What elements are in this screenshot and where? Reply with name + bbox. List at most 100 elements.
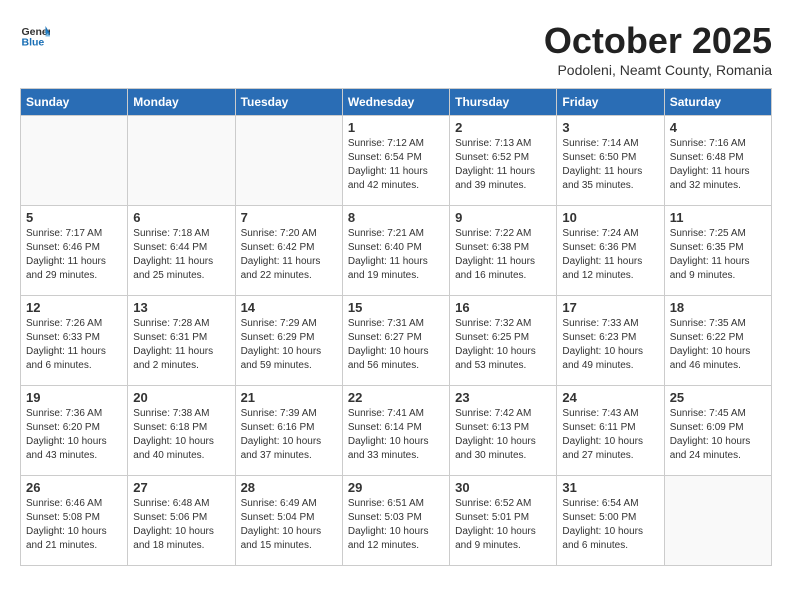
day-cell [128, 116, 235, 206]
day-number: 6 [133, 210, 229, 225]
day-number: 8 [348, 210, 444, 225]
page-header: General Blue October 2025 Podoleni, Neam… [20, 20, 772, 78]
day-number: 3 [562, 120, 658, 135]
day-cell: 8 Sunrise: 7:21 AM Sunset: 6:40 PM Daylig… [342, 206, 449, 296]
day-number: 9 [455, 210, 551, 225]
day-number: 7 [241, 210, 337, 225]
day-number: 21 [241, 390, 337, 405]
day-cell: 7 Sunrise: 7:20 AM Sunset: 6:42 PM Daylig… [235, 206, 342, 296]
week-row-1: 1 Sunrise: 7:12 AM Sunset: 6:54 PM Daylig… [21, 116, 772, 206]
day-info: Sunrise: 7:31 AM Sunset: 6:27 PM Dayligh… [348, 317, 444, 373]
day-info: Sunrise: 7:41 AM Sunset: 6:14 PM Dayligh… [348, 407, 444, 463]
weekday-header-wednesday: Wednesday [342, 89, 449, 116]
day-number: 27 [133, 480, 229, 495]
weekday-header-row: SundayMondayTuesdayWednesdayThursdayFrid… [21, 89, 772, 116]
week-row-5: 26Sunrise: 6:46 AM Sunset: 5:08 PM Dayli… [21, 476, 772, 566]
day-number: 29 [348, 480, 444, 495]
weekday-header-friday: Friday [557, 89, 664, 116]
day-cell: 4Sunrise: 7:16 AM Sunset: 6:48 PM Daylig… [664, 116, 771, 206]
day-info: Sunrise: 7:36 AM Sunset: 6:20 PM Dayligh… [26, 407, 122, 463]
day-info: Sunrise: 7:21 AM Sunset: 6:40 PM Dayligh… [348, 227, 444, 283]
day-number: 25 [670, 390, 766, 405]
day-info: Sunrise: 7:29 AM Sunset: 6:29 PM Dayligh… [241, 317, 337, 373]
day-number: 28 [241, 480, 337, 495]
weekday-header-saturday: Saturday [664, 89, 771, 116]
day-info: Sunrise: 7:35 AM Sunset: 6:22 PM Dayligh… [670, 317, 766, 373]
day-info: Sunrise: 7:26 AM Sunset: 6:33 PM Dayligh… [26, 317, 122, 373]
day-number: 12 [26, 300, 122, 315]
day-number: 20 [133, 390, 229, 405]
day-number: 31 [562, 480, 658, 495]
day-cell: 6 Sunrise: 7:18 AM Sunset: 6:44 PM Daylig… [128, 206, 235, 296]
day-info: Sunrise: 7:20 AM Sunset: 6:42 PM Dayligh… [241, 227, 337, 283]
logo: General Blue [20, 20, 50, 50]
day-number: 22 [348, 390, 444, 405]
day-cell: 25 Sunrise: 7:45 AM Sunset: 6:09 PM Dayli… [664, 386, 771, 476]
day-cell: 16Sunrise: 7:32 AM Sunset: 6:25 PM Dayli… [450, 296, 557, 386]
day-cell: 21Sunrise: 7:39 AM Sunset: 6:16 PM Dayli… [235, 386, 342, 476]
day-number: 17 [562, 300, 658, 315]
day-info: Sunrise: 7:42 AM Sunset: 6:13 PM Dayligh… [455, 407, 551, 463]
day-info: Sunrise: 6:49 AM Sunset: 5:04 PM Dayligh… [241, 497, 337, 553]
day-info: Sunrise: 7:28 AM Sunset: 6:31 PM Dayligh… [133, 317, 229, 373]
day-cell: 3 Sunrise: 7:14 AM Sunset: 6:50 PM Daylig… [557, 116, 664, 206]
weekday-header-tuesday: Tuesday [235, 89, 342, 116]
day-info: Sunrise: 7:12 AM Sunset: 6:54 PM Dayligh… [348, 137, 444, 193]
week-row-3: 12 Sunrise: 7:26 AM Sunset: 6:33 PM Dayli… [21, 296, 772, 386]
day-cell: 29 Sunrise: 6:51 AM Sunset: 5:03 PM Dayli… [342, 476, 449, 566]
day-cell: 13 Sunrise: 7:28 AM Sunset: 6:31 PM Dayli… [128, 296, 235, 386]
day-cell: 14 Sunrise: 7:29 AM Sunset: 6:29 PM Dayli… [235, 296, 342, 386]
day-number: 15 [348, 300, 444, 315]
day-info: Sunrise: 7:45 AM Sunset: 6:09 PM Dayligh… [670, 407, 766, 463]
day-number: 10 [562, 210, 658, 225]
day-info: Sunrise: 7:14 AM Sunset: 6:50 PM Dayligh… [562, 137, 658, 193]
day-cell: 18 Sunrise: 7:35 AM Sunset: 6:22 PM Dayli… [664, 296, 771, 386]
day-number: 18 [670, 300, 766, 315]
day-info: Sunrise: 6:51 AM Sunset: 5:03 PM Dayligh… [348, 497, 444, 553]
day-number: 16 [455, 300, 551, 315]
day-cell: 27 Sunrise: 6:48 AM Sunset: 5:06 PM Dayli… [128, 476, 235, 566]
day-number: 26 [26, 480, 122, 495]
day-info: Sunrise: 7:22 AM Sunset: 6:38 PM Dayligh… [455, 227, 551, 283]
day-cell: 5 Sunrise: 7:17 AM Sunset: 6:46 PM Daylig… [21, 206, 128, 296]
day-info: Sunrise: 7:38 AM Sunset: 6:18 PM Dayligh… [133, 407, 229, 463]
day-number: 2 [455, 120, 551, 135]
svg-text:Blue: Blue [22, 37, 45, 49]
day-number: 14 [241, 300, 337, 315]
day-info: Sunrise: 7:17 AM Sunset: 6:46 PM Dayligh… [26, 227, 122, 283]
day-info: Sunrise: 7:33 AM Sunset: 6:23 PM Dayligh… [562, 317, 658, 373]
day-info: Sunrise: 7:18 AM Sunset: 6:44 PM Dayligh… [133, 227, 229, 283]
day-cell: 31Sunrise: 6:54 AM Sunset: 5:00 PM Dayli… [557, 476, 664, 566]
weekday-header-thursday: Thursday [450, 89, 557, 116]
day-cell: 9 Sunrise: 7:22 AM Sunset: 6:38 PM Daylig… [450, 206, 557, 296]
day-cell [664, 476, 771, 566]
day-cell: 10 Sunrise: 7:24 AM Sunset: 6:36 PM Dayli… [557, 206, 664, 296]
day-number: 13 [133, 300, 229, 315]
day-number: 4 [670, 120, 766, 135]
day-info: Sunrise: 6:48 AM Sunset: 5:06 PM Dayligh… [133, 497, 229, 553]
logo-icon: General Blue [20, 20, 50, 50]
day-cell [235, 116, 342, 206]
day-cell: 26Sunrise: 6:46 AM Sunset: 5:08 PM Dayli… [21, 476, 128, 566]
day-cell: 19 Sunrise: 7:36 AM Sunset: 6:20 PM Dayli… [21, 386, 128, 476]
day-cell [21, 116, 128, 206]
week-row-4: 19 Sunrise: 7:36 AM Sunset: 6:20 PM Dayli… [21, 386, 772, 476]
day-cell: 15 Sunrise: 7:31 AM Sunset: 6:27 PM Dayli… [342, 296, 449, 386]
day-cell: 2Sunrise: 7:13 AM Sunset: 6:52 PM Daylig… [450, 116, 557, 206]
title-block: October 2025 Podoleni, Neamt County, Rom… [544, 20, 772, 78]
day-cell: 30Sunrise: 6:52 AM Sunset: 5:01 PM Dayli… [450, 476, 557, 566]
day-info: Sunrise: 7:24 AM Sunset: 6:36 PM Dayligh… [562, 227, 658, 283]
day-info: Sunrise: 7:43 AM Sunset: 6:11 PM Dayligh… [562, 407, 658, 463]
day-cell: 11Sunrise: 7:25 AM Sunset: 6:35 PM Dayli… [664, 206, 771, 296]
day-info: Sunrise: 6:52 AM Sunset: 5:01 PM Dayligh… [455, 497, 551, 553]
day-number: 5 [26, 210, 122, 225]
day-cell: 24Sunrise: 7:43 AM Sunset: 6:11 PM Dayli… [557, 386, 664, 476]
week-row-2: 5 Sunrise: 7:17 AM Sunset: 6:46 PM Daylig… [21, 206, 772, 296]
day-number: 19 [26, 390, 122, 405]
location-subtitle: Podoleni, Neamt County, Romania [544, 62, 772, 78]
day-number: 1 [348, 120, 444, 135]
weekday-header-sunday: Sunday [21, 89, 128, 116]
month-title: October 2025 [544, 20, 772, 62]
day-number: 11 [670, 210, 766, 225]
day-number: 23 [455, 390, 551, 405]
